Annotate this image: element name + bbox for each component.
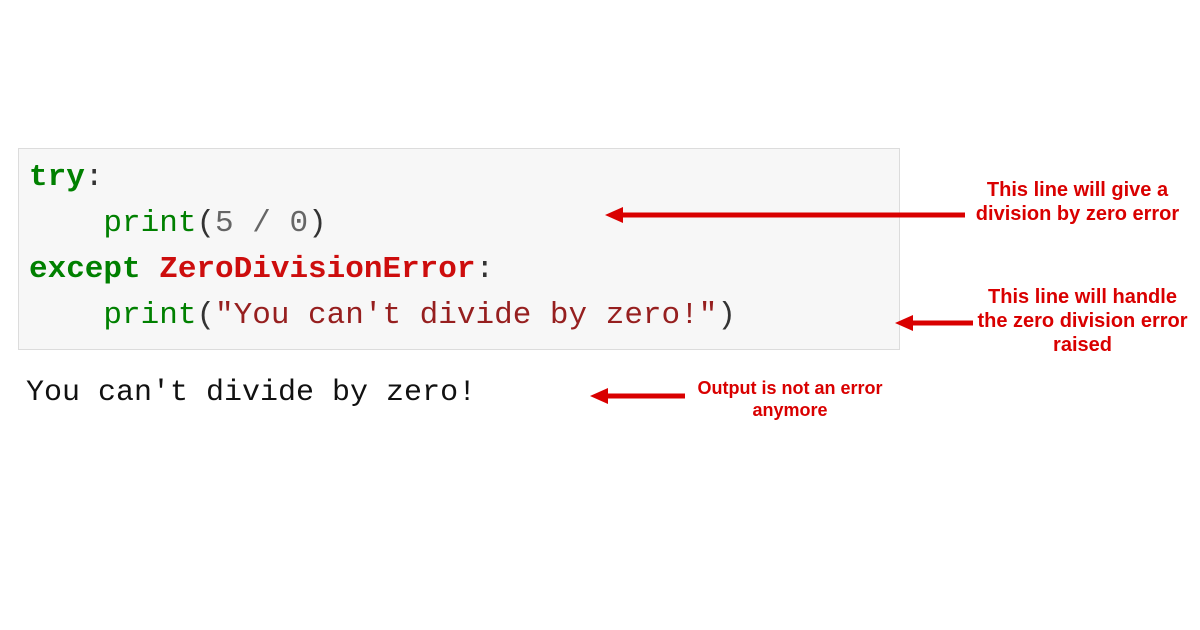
exception-name: ZeroDivisionError (159, 252, 475, 287)
paren-close: ) (308, 206, 327, 241)
paren-open: ( (196, 298, 215, 333)
annotation-2: This line will handle the zero division … (975, 285, 1190, 357)
indent (29, 206, 103, 241)
operator-divide: / (252, 206, 271, 241)
keyword-except: except (29, 252, 141, 287)
code-line-1: try: (29, 155, 889, 201)
paren-close: ) (717, 298, 736, 333)
code-line-3: except ZeroDivisionError: (29, 247, 889, 293)
paren-open: ( (196, 206, 215, 241)
keyword-try: try (29, 160, 85, 195)
string-literal: "You can't divide by zero!" (215, 298, 717, 333)
builtin-print: print (103, 206, 196, 241)
space (141, 252, 160, 287)
colon: : (85, 160, 104, 195)
number-0: 0 (289, 206, 308, 241)
indent (29, 298, 103, 333)
arrow-icon (590, 386, 685, 406)
arrow-icon (895, 313, 973, 333)
annotation-3: Output is not an error anymore (690, 378, 890, 421)
output-text: You can't divide by zero! (26, 376, 476, 410)
colon: : (476, 252, 495, 287)
annotation-1: This line will give a division by zero e… (975, 178, 1180, 226)
code-block: try: print(5 / 0) except ZeroDivisionErr… (18, 148, 900, 350)
builtin-print: print (103, 298, 196, 333)
number-5: 5 (215, 206, 234, 241)
arrow-icon (605, 205, 965, 225)
code-line-4: print("You can't divide by zero!") (29, 293, 889, 339)
space (271, 206, 290, 241)
space (234, 206, 253, 241)
